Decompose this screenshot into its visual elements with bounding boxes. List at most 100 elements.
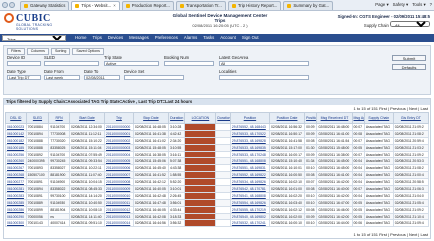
table-row[interactable]: 061000182 70010888 77730020 02/08/2011 15:1…	[5, 136, 430, 145]
table-cell[interactable]: 061000142	[5, 129, 27, 138]
browser-tab[interactable]: Trip History Report...	[227, 1, 282, 10]
table-cell[interactable]: 2011000000009	[104, 185, 134, 193]
table-cell[interactable]: 2011000000005	[104, 157, 134, 166]
table-cell[interactable]: 061000268	[5, 171, 27, 180]
column-header[interactable]: Msg Received DT	[316, 112, 353, 124]
table-cell[interactable]: 29.876554, 48.169826	[229, 198, 271, 207]
table-cell[interactable]: 2011000000004	[104, 150, 134, 159]
table-cell[interactable]: 061000023	[5, 123, 27, 131]
defaults-button[interactable]: Defaults	[392, 64, 426, 70]
table-row[interactable]: 061000277 70010891 91104900 02/08/2011 10:0…	[5, 178, 430, 187]
column-header[interactable]: Position	[229, 112, 271, 124]
table-row[interactable]: 061000256 70010892 91104700 02/08/2011 07:5…	[5, 150, 430, 159]
table-cell[interactable]: 061000281	[5, 185, 27, 193]
menu-item-trips[interactable]: Trips	[92, 35, 101, 40]
table-cell[interactable]: 061000182	[5, 136, 27, 145]
table-cell[interactable]: 29.876534, 48.169826	[229, 178, 271, 187]
table-row[interactable]: 061000260 240000395 99730245 02/08/2011 09:…	[5, 157, 430, 166]
menu-item-devices[interactable]: Devices	[108, 35, 123, 40]
menu-item-preferences[interactable]: Preferences	[155, 35, 178, 40]
device-set-select[interactable]	[124, 75, 184, 80]
table-cell[interactable]: 2011000000006	[104, 164, 134, 173]
table-cell[interactable]: 2011000000010	[104, 191, 134, 200]
table-row[interactable]: 061000285 70010889 91104930 02/08/2011 10:4…	[5, 198, 430, 207]
column-header[interactable]: Duration in GA	[215, 112, 231, 124]
browser-tab[interactable]: Summary by Gat...	[283, 1, 334, 10]
booking-num-input[interactable]	[164, 61, 214, 66]
table-row[interactable]: 061000023 70010884 91104700 02/08/2011 12:3…	[5, 123, 430, 131]
table-cell[interactable]: 29.876540, 48.169802	[229, 212, 271, 221]
table-cell[interactable]: 29.876542, 48.170781	[229, 185, 271, 193]
browser-tab[interactable]: Gateway Statistics	[20, 1, 70, 10]
column-header[interactable]: LOCATION	[184, 112, 217, 124]
date-type-select[interactable]: Last Trip DT	[7, 75, 41, 80]
sled-input[interactable]	[44, 61, 99, 66]
column-header[interactable]: Start Date	[68, 112, 106, 124]
column-header[interactable]: RFN	[48, 112, 70, 124]
column-header[interactable]: DSL ID	[5, 112, 27, 124]
browser-tool-button[interactable]: Safety ▾	[393, 2, 409, 7]
browser-tab[interactable]: Transportation Tr...	[175, 1, 226, 10]
localities-select[interactable]	[219, 75, 309, 80]
browser-tool-button[interactable]: ?	[430, 2, 432, 7]
table-row[interactable]: 061000268 150507100 88181900 02/08/2011 11:…	[5, 171, 430, 180]
menu-item-home[interactable]: Home	[75, 35, 86, 40]
column-header[interactable]: Supply Chain	[363, 112, 394, 124]
table-cell[interactable]: 061000300	[5, 219, 27, 228]
table-cell[interactable]: 2011000000002	[104, 136, 134, 145]
table-row[interactable]: 061000300 70010143 40007414 02/08/2011 09:5…	[5, 219, 430, 228]
table-row[interactable]: 061000281 70010894 83358022 02/08/2011 08:4…	[5, 185, 430, 193]
table-cell[interactable]: 29.876555, 48.170219	[229, 205, 271, 214]
quick-nav-select[interactable]: Trips	[2, 35, 66, 41]
table-row[interactable]: 061000142 70010894 77730008 02/08/2011 11:1…	[5, 129, 430, 138]
table-row[interactable]: 061000290 70000056 ns 02/08/2011 14:11:40 20…	[5, 212, 430, 221]
table-cell[interactable]: 2011000000013	[104, 212, 134, 221]
browser-tool-button[interactable]: Tools ▾	[412, 2, 425, 7]
menu-item-account[interactable]: Account	[220, 35, 236, 40]
filter-tab-saved-options[interactable]: Saved Options	[72, 48, 104, 55]
table-cell[interactable]: 2011000000008	[104, 178, 134, 187]
table-cell[interactable]: 29.876541, 48.168808	[229, 191, 271, 200]
column-header[interactable]: Trip	[104, 112, 134, 124]
table-row[interactable]: 061000283 70010891 99730100 02/08/2011 14:1…	[5, 191, 430, 200]
table-row[interactable]: 061000286 70010899 88181904 02/08/2011 10:0…	[5, 205, 430, 214]
submit-button[interactable]: Submit	[392, 55, 426, 61]
table-cell[interactable]: 061000286	[5, 205, 27, 214]
table-cell[interactable]: 061000267	[5, 164, 27, 173]
table-row[interactable]: 061000185 70010888 83358025 02/08/2011 15:1…	[5, 143, 430, 152]
supply-chain-select[interactable]: All	[390, 21, 430, 27]
browser-tab[interactable]: Production Report...	[121, 1, 174, 10]
table-cell[interactable]: 29.876532, 48.170241	[229, 219, 271, 228]
column-header[interactable]: Duration	[167, 112, 186, 124]
menu-item-alarms[interactable]: Alarms	[184, 35, 197, 40]
table-cell[interactable]: 061000285	[5, 198, 27, 207]
column-header[interactable]: Position Age	[304, 112, 318, 124]
table-cell[interactable]: 29.876533, 48.169828	[229, 136, 271, 145]
pager-top[interactable]: 1 to 15 of 151 First | Previous | Next |…	[354, 106, 428, 111]
menu-item-messages[interactable]: Messages	[129, 35, 149, 40]
table-cell[interactable]: 061000290	[5, 212, 27, 221]
table-cell[interactable]: 29.876533, 48.169835	[229, 143, 271, 152]
filter-tab-sorting[interactable]: Sorting	[50, 48, 71, 55]
column-header[interactable]: Msg Age	[351, 112, 365, 124]
table-cell[interactable]: 2011000000001	[104, 129, 134, 138]
filter-tab-columns[interactable]: Columns	[26, 48, 49, 55]
table-cell[interactable]: 061000256	[5, 150, 27, 159]
table-cell[interactable]: 2011000000007	[104, 171, 134, 180]
back-icon[interactable]	[2, 2, 8, 8]
table-cell[interactable]: 29.876552, 48.169822	[229, 171, 271, 180]
table-cell[interactable]: 061000260	[5, 157, 27, 166]
menu-item-tasks[interactable]: Tasks	[203, 35, 214, 40]
column-header[interactable]: Position Date	[269, 112, 306, 124]
table-cell[interactable]: 29.876551, 48.168808	[229, 157, 271, 166]
latest-geoarea-select[interactable]: All	[219, 61, 309, 66]
table-cell[interactable]: 2011000000003	[104, 143, 134, 152]
table-cell[interactable]: 2011000000012	[104, 205, 134, 214]
table-cell[interactable]: 2011000000000	[104, 123, 134, 131]
browser-tool-button[interactable]: Page ▾	[375, 2, 388, 7]
date-from-select[interactable]: Last week	[44, 75, 80, 80]
column-header[interactable]: Gis Entry DT	[392, 112, 430, 124]
table-row[interactable]: 061000267 70010893 83358027 02/08/2011 10:2…	[5, 164, 430, 173]
device-id-input[interactable]	[7, 61, 41, 66]
column-header[interactable]: SLED	[25, 112, 50, 124]
